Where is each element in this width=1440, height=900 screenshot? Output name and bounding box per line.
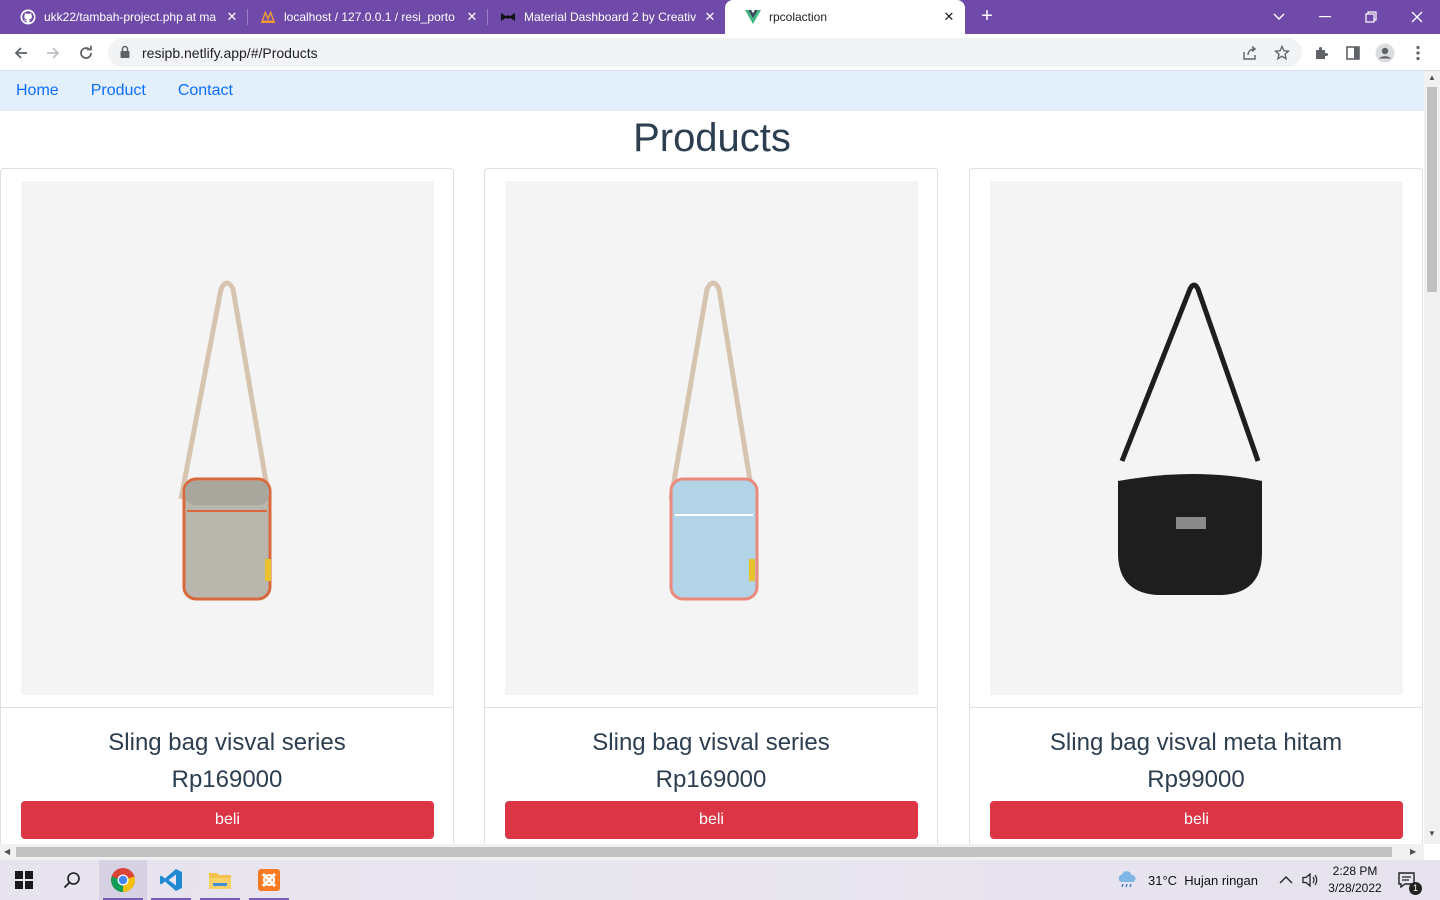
clock-time: 2:28 PM: [1332, 864, 1378, 878]
product-name: Sling bag visval series: [108, 729, 346, 756]
back-icon[interactable]: [8, 40, 34, 66]
grey-sling-bag-image: [178, 280, 272, 601]
card-divider: [1, 707, 453, 708]
minimize-icon[interactable]: [1302, 0, 1348, 34]
creative-tim-icon: [500, 9, 516, 25]
bookmark-star-icon[interactable]: [1272, 43, 1292, 63]
side-panel-icon[interactable]: [1340, 40, 1366, 66]
address-bar[interactable]: resipb.netlify.app/#/Products: [108, 38, 1302, 67]
card-divider: [485, 707, 937, 708]
close-tab-icon[interactable]: ✕: [702, 9, 718, 25]
scroll-left-arrow-icon[interactable]: ◀: [4, 847, 10, 856]
weather-text: 31°C Hujan ringan: [1148, 872, 1258, 888]
reload-icon[interactable]: [73, 40, 99, 66]
search-icon[interactable]: [48, 860, 96, 900]
scroll-right-arrow-icon[interactable]: ▶: [1410, 847, 1416, 856]
close-tab-icon[interactable]: ✕: [224, 9, 240, 25]
product-card: Sling bag visval series Rp169000 beli: [0, 168, 454, 844]
close-tab-icon[interactable]: ✕: [941, 9, 957, 25]
tab-strip: ukk22/tambah-project.php at ma ✕ localho…: [0, 0, 1440, 34]
product-price: Rp169000: [171, 766, 283, 793]
product-name: Sling bag visval series: [592, 729, 830, 756]
vue-icon: [745, 9, 761, 25]
scrollbar-thumb[interactable]: [1427, 87, 1437, 292]
tab-phpmyadmin[interactable]: localhost / 127.0.0.1 / resi_porto ✕: [240, 0, 488, 34]
blue-sling-bag-image: [668, 280, 759, 601]
github-icon: [20, 9, 36, 25]
tab-rpcolaction[interactable]: rpcolaction ✕: [725, 0, 965, 34]
notification-center-icon[interactable]: 1: [1397, 860, 1422, 900]
tab-title: localhost / 127.0.0.1 / resi_porto: [284, 10, 455, 24]
close-tab-icon[interactable]: ✕: [464, 9, 480, 25]
vscode-icon[interactable]: [147, 860, 195, 900]
nav-home-link[interactable]: Home: [16, 82, 59, 100]
extensions-icon[interactable]: [1308, 40, 1334, 66]
lock-icon[interactable]: [119, 45, 131, 64]
system-clock[interactable]: 2:28 PM 3/28/2022: [1320, 863, 1390, 897]
notification-count: 1: [1409, 882, 1422, 895]
weather-rain-icon: [1116, 870, 1138, 891]
new-tab-icon[interactable]: +: [976, 5, 998, 27]
share-icon[interactable]: [1240, 43, 1260, 63]
nav-product-link[interactable]: Product: [91, 82, 146, 100]
browser-toolbar: resipb.netlify.app/#/Products: [0, 34, 1440, 71]
product-image[interactable]: [990, 181, 1403, 695]
page-title: Products: [633, 116, 791, 160]
product-image[interactable]: [21, 181, 434, 695]
scrollbar-thumb[interactable]: [16, 847, 1392, 857]
card-divider: [970, 707, 1422, 708]
profile-icon[interactable]: [1372, 40, 1398, 66]
start-windows-icon[interactable]: [0, 860, 48, 900]
phpmyadmin-icon: [260, 9, 276, 25]
product-price: Rp169000: [655, 766, 767, 793]
tab-title: ukk22/tambah-project.php at ma: [44, 10, 217, 24]
nav-contact-link[interactable]: Contact: [178, 82, 233, 100]
scroll-down-arrow-icon[interactable]: ▼: [1428, 829, 1436, 838]
buy-button[interactable]: beli: [990, 801, 1403, 839]
show-hidden-icons-icon[interactable]: [1279, 860, 1293, 900]
forward-icon[interactable]: [40, 40, 66, 66]
taskbar: 31°C Hujan ringan 2:28 PM 3/28/2022 1: [0, 860, 1440, 900]
xampp-icon[interactable]: [245, 860, 293, 900]
close-window-icon[interactable]: [1394, 0, 1440, 34]
clock-date: 3/28/2022: [1328, 881, 1382, 895]
url-text: resipb.netlify.app/#/Products: [142, 45, 318, 61]
volume-icon[interactable]: [1301, 860, 1319, 900]
buy-button[interactable]: beli: [21, 801, 434, 839]
product-price: Rp99000: [1147, 766, 1245, 793]
product-card: Sling bag visval series Rp169000 beli: [484, 168, 938, 844]
weather-widget[interactable]: 31°C Hujan ringan: [1116, 860, 1258, 900]
file-explorer-icon[interactable]: [196, 860, 244, 900]
product-name: Sling bag visval meta hitam: [1049, 729, 1343, 756]
black-sling-bag-image: [1118, 282, 1262, 595]
tab-search-icon[interactable]: [1256, 0, 1302, 34]
scroll-up-arrow-icon[interactable]: ▲: [1428, 73, 1436, 82]
buy-button[interactable]: beli: [505, 801, 918, 839]
tab-github[interactable]: ukk22/tambah-project.php at ma ✕: [0, 0, 248, 34]
chrome-icon[interactable]: [99, 860, 147, 900]
page-viewport: Home Product Contact Products Sling bag …: [0, 71, 1424, 844]
menu-kebab-icon[interactable]: [1405, 40, 1431, 66]
vertical-scrollbar[interactable]: ▲ ▼: [1424, 71, 1440, 844]
horizontal-scrollbar[interactable]: ◀ ▶: [0, 844, 1424, 860]
site-navbar: Home Product Contact: [0, 71, 1424, 111]
product-card: Sling bag visval meta hitam Rp99000 beli: [969, 168, 1423, 844]
tab-material-dashboard[interactable]: Material Dashboard 2 by Creative ✕: [480, 0, 726, 34]
tab-title: rpcolaction: [769, 10, 828, 24]
product-image[interactable]: [505, 181, 918, 695]
restore-icon[interactable]: [1348, 0, 1394, 34]
tab-title: Material Dashboard 2 by Creative: [524, 10, 696, 24]
